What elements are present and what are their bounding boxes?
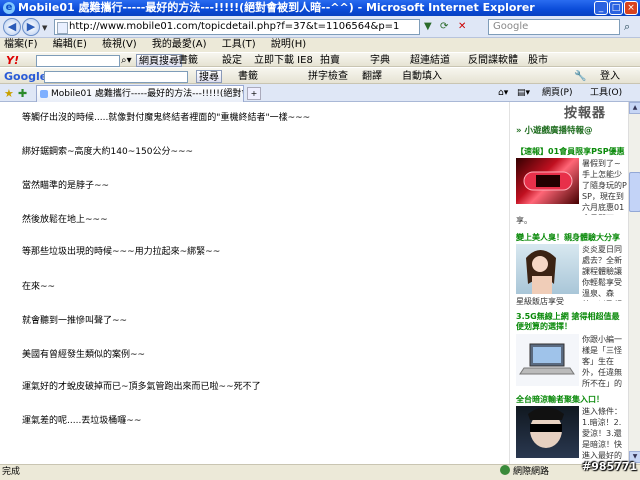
- post-content: 等觸仔出沒的時候.....就像對付魔鬼終結者裡面的"重機終結者"一樣~~~ 綁好…: [0, 102, 509, 464]
- tools-menu[interactable]: 工具(O): [590, 87, 622, 99]
- post-line: 美國有曾經發生類似的案例~~: [22, 350, 146, 360]
- post-line: 運氣差的呢.....丟垃圾桶囉~~: [22, 416, 142, 426]
- tab-row: ★ ✚ Mobile01 處難攜行-----最好的方法---!!!!!(絕對會被…: [0, 84, 640, 102]
- post-line: 等那些垃圾出現的時候~~~用力拉起來~綁緊~~: [22, 247, 221, 257]
- status-bar: 完成 網際網路: [0, 464, 640, 480]
- post-line: 綁好鋸鋼索~高度大約140~150公分~~~: [22, 147, 194, 157]
- favorites-star-icon[interactable]: ★: [4, 87, 14, 100]
- ad-text: 進入條件：1.暗涼！2.愛涼！3.還是暗涼！快進入最好的暗涼特區: [582, 407, 622, 460]
- yahoo-bookmark-item[interactable]: 書籤: [178, 54, 198, 67]
- watermark: #985771: [582, 460, 638, 473]
- scroll-thumb[interactable]: [629, 172, 640, 212]
- menu-tools[interactable]: 工具(T): [216, 38, 262, 52]
- yahoo-settings-item[interactable]: 設定: [222, 54, 242, 67]
- ad-text: 暑假到了~手上怎能少了隨身玩的PSP，現在到六月底惠01會員即可: [582, 159, 627, 215]
- yahoo-ie8-item[interactable]: 立即下載 IE8: [254, 54, 313, 67]
- yahoo-search-button[interactable]: 網頁搜尋: [136, 54, 182, 67]
- vertical-scrollbar[interactable]: ▲ ▼: [628, 102, 640, 464]
- yahoo-stock-item[interactable]: 股市: [528, 54, 548, 67]
- menu-edit[interactable]: 編輯(E): [47, 38, 93, 52]
- ad-title[interactable]: 【速報】01會員限享PSP優惠: [516, 146, 625, 157]
- status-zone: 網際網路: [500, 465, 549, 480]
- maximize-button[interactable]: □: [609, 1, 623, 15]
- tab-active[interactable]: Mobile01 處難攜行-----最好的方法---!!!!!(絕對會被: [36, 85, 244, 102]
- yahoo-antispy-item[interactable]: 反間諜軟體: [468, 54, 518, 67]
- google-logo[interactable]: Google: [4, 70, 47, 83]
- post-line: 然後放鬆在地上~~~: [22, 215, 108, 225]
- google-spellcheck-item[interactable]: 拼字檢查: [308, 70, 348, 83]
- page-menu[interactable]: 網頁(P): [542, 87, 572, 99]
- sidebar: 按報器 » 小遊戲廣播特報@ 【速報】01會員限享PSP優惠 暑假到了~手上怎能…: [509, 102, 628, 464]
- sidebar-header: 按報器: [564, 106, 607, 121]
- ad-text: 炎炎夏日同處去？全新課程體驗讓你輕鬆享受溫泉、森林，以及超: [582, 245, 622, 301]
- feed-icon[interactable]: ▤▾: [517, 87, 530, 99]
- google-search-input[interactable]: [44, 71, 188, 83]
- yahoo-search-dropdown-icon[interactable]: ⌕▾: [121, 54, 132, 67]
- menu-bar: 檔案(F) 編輯(E) 檢視(V) 我的最愛(A) 工具(T) 說明(H): [0, 38, 640, 52]
- yahoo-dictionary-item[interactable]: 字典: [370, 54, 390, 67]
- google-bookmark-item[interactable]: 書籤: [238, 70, 258, 83]
- yahoo-search-input[interactable]: [36, 55, 120, 67]
- search-icon[interactable]: ⌕: [624, 20, 630, 34]
- status-text: 完成: [2, 467, 21, 477]
- address-row: ◀ ▶ ▼ http://www.mobile01.com/topicdetai…: [0, 16, 640, 38]
- ad-text: 你跟小編一樣是「三怪客」生在外，任違無所不在」的電腦上網一族嗎？: [582, 335, 622, 388]
- back-button[interactable]: ◀: [3, 18, 21, 36]
- window-title: Mobile01 處難攜行-----最好的方法---!!!!!(絕對會被到人暗-…: [18, 1, 535, 14]
- yahoo-logo[interactable]: Y!: [6, 54, 19, 67]
- ad-text-extra: 星級飯店享受: [516, 297, 564, 306]
- menu-help[interactable]: 說明(H): [265, 38, 312, 52]
- post-line: 運氣好的才蛻皮破掉而已~頂多氣管跑出來而已啦~~死不了: [22, 382, 261, 392]
- google-toolbar: Google 搜尋 書籤 拼字檢查 翻譯 自動填入 🔧 登入: [0, 67, 640, 84]
- ad-text-extra: 享。: [516, 216, 532, 225]
- minimize-button[interactable]: _: [594, 1, 608, 15]
- yahoo-link-item[interactable]: 超連結道: [410, 54, 450, 67]
- ad-image-mask[interactable]: [516, 406, 579, 458]
- ad-title[interactable]: 3.5G無線上網 搶得相超值最便划算的選擇！: [516, 312, 626, 332]
- new-tab-button[interactable]: +: [247, 87, 261, 100]
- ad-image-psp[interactable]: [516, 158, 579, 204]
- wrench-icon[interactable]: 🔧: [574, 70, 586, 83]
- google-translate-item[interactable]: 翻譯: [362, 70, 382, 83]
- history-dropdown-icon[interactable]: ▼: [42, 24, 47, 32]
- post-line: 當然瞄準的是脖子~~: [22, 181, 110, 191]
- post-line: 在來~~: [22, 282, 56, 292]
- ie-icon: e: [3, 2, 15, 14]
- post-line: 就會聽到一推慘叫聲了~~: [22, 316, 128, 326]
- close-button[interactable]: ×: [624, 1, 638, 15]
- home-icon[interactable]: ⌂▾: [498, 87, 508, 99]
- refresh-icon[interactable]: ⟳: [440, 21, 448, 32]
- menu-view[interactable]: 檢視(V): [96, 38, 143, 52]
- ad-title[interactable]: 全台暗涼輸者聚集入口！: [516, 394, 604, 405]
- post-line: 等觸仔出沒的時候.....就像對付魔鬼終結者裡面的"重機終結者"一樣~~~: [22, 113, 311, 123]
- stop-icon[interactable]: ✕: [458, 21, 466, 32]
- add-favorite-icon[interactable]: ✚: [18, 87, 27, 100]
- scroll-up-icon[interactable]: ▲: [629, 102, 640, 114]
- google-signin-item[interactable]: 登入: [600, 70, 620, 83]
- ad-title[interactable]: 變上美人臭！親身體驗大分享: [516, 232, 620, 243]
- menu-file[interactable]: 檔案(F): [0, 38, 44, 52]
- ad-image-laptop[interactable]: [516, 334, 579, 386]
- forward-button[interactable]: ▶: [22, 18, 40, 36]
- menu-favorites[interactable]: 我的最愛(A): [146, 38, 213, 52]
- yahoo-auction-item[interactable]: 拍賣: [320, 54, 340, 67]
- browser-window: e Mobile01 處難攜行-----最好的方法---!!!!!(絕對會被到人…: [0, 0, 640, 480]
- google-search-button[interactable]: 搜尋: [196, 70, 222, 83]
- yahoo-toolbar: Y! ⌕▾ 網頁搜尋 書籤 設定 立即下載 IE8 拍賣 字典 超連結道 反間諜…: [0, 52, 640, 67]
- address-input[interactable]: http://www.mobile01.com/topicdetail.php?…: [54, 19, 420, 35]
- title-bar: e Mobile01 處難攜行-----最好的方法---!!!!!(絕對會被到人…: [0, 0, 640, 16]
- go-arrow-icon[interactable]: ▼: [424, 21, 432, 32]
- search-input[interactable]: Google: [488, 19, 620, 35]
- sidebar-topic[interactable]: » 小遊戲廣播特報@: [516, 124, 592, 136]
- ad-image-woman[interactable]: [516, 244, 579, 294]
- google-autofill-item[interactable]: 自動填入: [402, 70, 442, 83]
